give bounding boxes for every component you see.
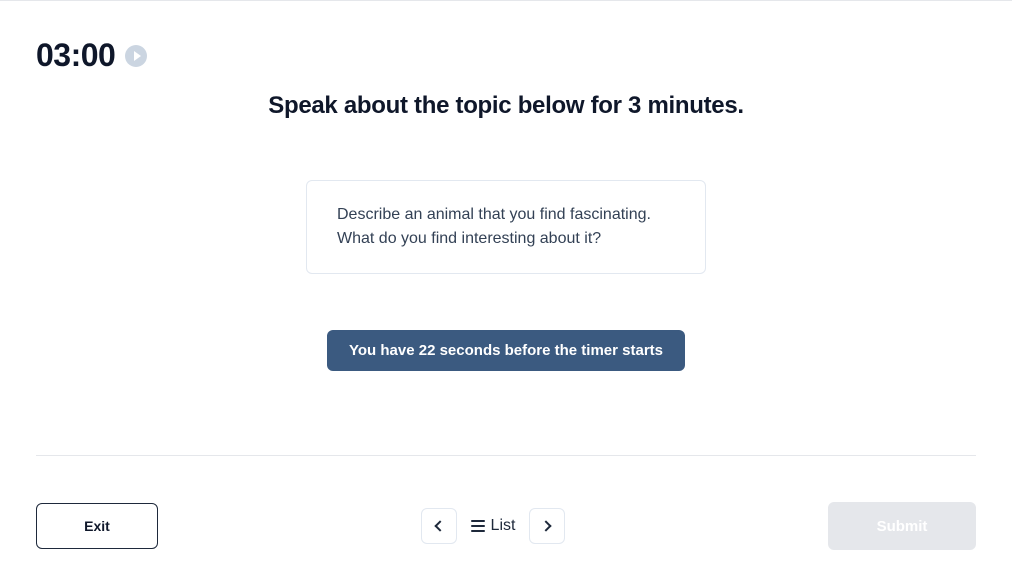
- topic-card: Describe an animal that you find fascina…: [306, 180, 706, 274]
- list-icon: [471, 520, 485, 532]
- chevron-right-icon: [540, 520, 551, 531]
- chevron-left-icon: [434, 520, 445, 531]
- play-icon[interactable]: [125, 45, 147, 67]
- list-label: List: [491, 517, 516, 535]
- countdown-banner: You have 22 seconds before the timer sta…: [327, 330, 685, 371]
- timer-display: 03:00: [36, 37, 115, 74]
- prev-button[interactable]: [421, 508, 457, 544]
- topic-line-2: What do you find interesting about it?: [337, 227, 675, 251]
- exit-button[interactable]: Exit: [36, 503, 158, 549]
- list-button[interactable]: List: [471, 517, 516, 535]
- instruction-heading: Speak about the topic below for 3 minute…: [36, 92, 976, 120]
- submit-button[interactable]: Submit: [828, 502, 976, 550]
- topic-line-1: Describe an animal that you find fascina…: [337, 203, 675, 227]
- next-button[interactable]: [529, 508, 565, 544]
